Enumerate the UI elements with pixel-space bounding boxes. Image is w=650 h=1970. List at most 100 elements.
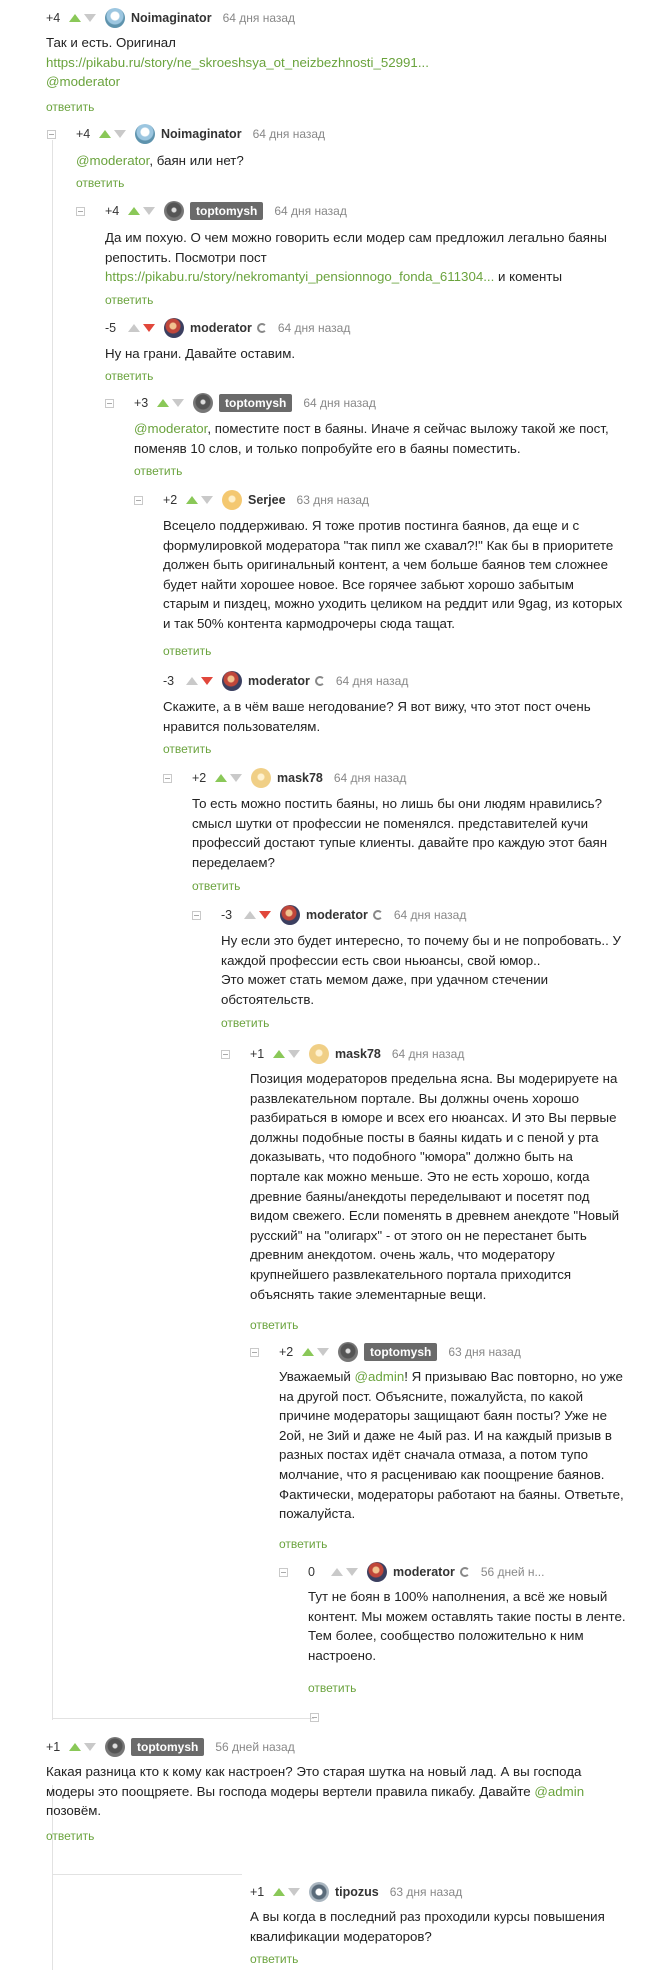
avatar[interactable] xyxy=(135,124,155,144)
reply-button[interactable]: ответить xyxy=(105,369,153,383)
reply-button[interactable]: ответить xyxy=(192,879,240,893)
downvote-icon[interactable] xyxy=(288,1888,300,1896)
username-badge[interactable]: toptomysh xyxy=(364,1343,438,1361)
downvote-icon[interactable] xyxy=(201,677,213,685)
collapse-icon[interactable] xyxy=(250,1348,259,1357)
downvote-icon[interactable] xyxy=(230,774,242,782)
upvote-icon[interactable] xyxy=(69,14,81,22)
collapse-icon[interactable] xyxy=(47,130,56,139)
collapse-icon[interactable] xyxy=(310,1713,319,1722)
upvote-icon[interactable] xyxy=(99,130,111,138)
downvote-icon[interactable] xyxy=(201,496,213,504)
comment-time[interactable]: 56 дней назад xyxy=(215,1740,294,1754)
username-badge[interactable]: toptomysh xyxy=(190,202,264,220)
collapse-icon[interactable] xyxy=(134,496,143,505)
comment-time[interactable]: 64 дня назад xyxy=(303,396,376,410)
downvote-icon[interactable] xyxy=(172,399,184,407)
downvote-icon[interactable] xyxy=(259,911,271,919)
upvote-icon[interactable] xyxy=(215,774,227,782)
downvote-icon[interactable] xyxy=(288,1050,300,1058)
reply-button[interactable]: ответить xyxy=(105,293,153,307)
upvote-icon[interactable] xyxy=(69,1743,81,1751)
username[interactable]: moderator xyxy=(190,321,252,335)
username-badge[interactable]: toptomysh xyxy=(131,1738,205,1756)
avatar[interactable] xyxy=(164,318,184,338)
comment-time[interactable]: 64 дня назад xyxy=(223,11,296,25)
avatar[interactable] xyxy=(193,393,213,413)
downvote-icon[interactable] xyxy=(346,1568,358,1576)
username[interactable]: moderator xyxy=(248,674,310,688)
mention-link[interactable]: @moderator xyxy=(134,421,207,436)
upvote-icon[interactable] xyxy=(128,324,140,332)
downvote-icon[interactable] xyxy=(317,1348,329,1356)
collapse-icon[interactable] xyxy=(163,774,172,783)
comment-time[interactable]: 63 дня назад xyxy=(297,493,370,507)
collapse-icon[interactable] xyxy=(221,1050,230,1059)
username[interactable]: moderator xyxy=(393,1565,455,1579)
avatar[interactable] xyxy=(105,8,125,28)
avatar[interactable] xyxy=(338,1342,358,1362)
username[interactable]: Serjee xyxy=(248,493,286,507)
downvote-icon[interactable] xyxy=(84,14,96,22)
mention-link[interactable]: @moderator xyxy=(76,153,149,168)
upvote-icon[interactable] xyxy=(273,1888,285,1896)
reply-button[interactable]: ответить xyxy=(76,176,124,190)
mention-link[interactable]: @admin xyxy=(355,1369,405,1384)
reply-button[interactable]: ответить xyxy=(250,1318,298,1332)
collapse-icon[interactable] xyxy=(192,911,201,920)
username[interactable]: moderator xyxy=(306,908,368,922)
avatar[interactable] xyxy=(164,201,184,221)
username[interactable]: Noimaginator xyxy=(161,127,242,141)
comment-time[interactable]: 56 дней н... xyxy=(481,1565,545,1579)
avatar[interactable] xyxy=(280,905,300,925)
downvote-icon[interactable] xyxy=(84,1743,96,1751)
avatar[interactable] xyxy=(251,768,271,788)
comment-time[interactable]: 64 дня назад xyxy=(253,127,326,141)
avatar[interactable] xyxy=(222,490,242,510)
upvote-icon[interactable] xyxy=(331,1568,343,1576)
downvote-icon[interactable] xyxy=(143,207,155,215)
collapse-icon[interactable] xyxy=(105,399,114,408)
avatar[interactable] xyxy=(309,1882,329,1902)
username[interactable]: tipozus xyxy=(335,1885,379,1899)
comment-link[interactable]: https://pikabu.ru/story/nekromantyi_pens… xyxy=(105,269,494,284)
mention-link[interactable]: @moderator xyxy=(46,74,120,89)
reply-button[interactable]: ответить xyxy=(163,742,211,756)
comment-time[interactable]: 63 дня назад xyxy=(448,1345,521,1359)
mention-link[interactable]: @admin xyxy=(534,1784,584,1799)
comment-time[interactable]: 64 дня назад xyxy=(392,1047,465,1061)
downvote-icon[interactable] xyxy=(143,324,155,332)
reply-button[interactable]: ответить xyxy=(134,464,182,478)
avatar[interactable] xyxy=(367,1562,387,1582)
reply-button[interactable]: ответить xyxy=(250,1952,298,1966)
upvote-icon[interactable] xyxy=(186,496,198,504)
username[interactable]: Noimaginator xyxy=(131,11,212,25)
avatar[interactable] xyxy=(105,1737,125,1757)
username[interactable]: mask78 xyxy=(335,1047,381,1061)
reply-button[interactable]: ответить xyxy=(163,644,211,658)
downvote-icon[interactable] xyxy=(114,130,126,138)
upvote-icon[interactable] xyxy=(186,677,198,685)
avatar[interactable] xyxy=(222,671,242,691)
comment-link[interactable]: https://pikabu.ru/story/ne_skroeshsya_ot… xyxy=(46,55,429,70)
avatar[interactable] xyxy=(309,1044,329,1064)
reply-button[interactable]: ответить xyxy=(279,1537,327,1551)
upvote-icon[interactable] xyxy=(157,399,169,407)
collapse-icon[interactable] xyxy=(76,207,85,216)
comment-time[interactable]: 64 дня назад xyxy=(334,771,407,785)
username-badge[interactable]: toptomysh xyxy=(219,394,293,412)
comment-time[interactable]: 64 дня назад xyxy=(394,908,467,922)
comment-time[interactable]: 64 дня назад xyxy=(336,674,409,688)
reply-button[interactable]: ответить xyxy=(221,1016,269,1030)
reply-button[interactable]: ответить xyxy=(308,1681,356,1695)
comment-time[interactable]: 63 дня назад xyxy=(390,1885,463,1899)
comment-time[interactable]: 64 дня назад xyxy=(278,321,351,335)
collapse-icon[interactable] xyxy=(279,1568,288,1577)
reply-button[interactable]: ответить xyxy=(46,1829,94,1843)
upvote-icon[interactable] xyxy=(128,207,140,215)
reply-button[interactable]: ответить xyxy=(46,100,94,114)
upvote-icon[interactable] xyxy=(244,911,256,919)
upvote-icon[interactable] xyxy=(273,1050,285,1058)
comment-time[interactable]: 64 дня назад xyxy=(274,204,347,218)
username[interactable]: mask78 xyxy=(277,771,323,785)
